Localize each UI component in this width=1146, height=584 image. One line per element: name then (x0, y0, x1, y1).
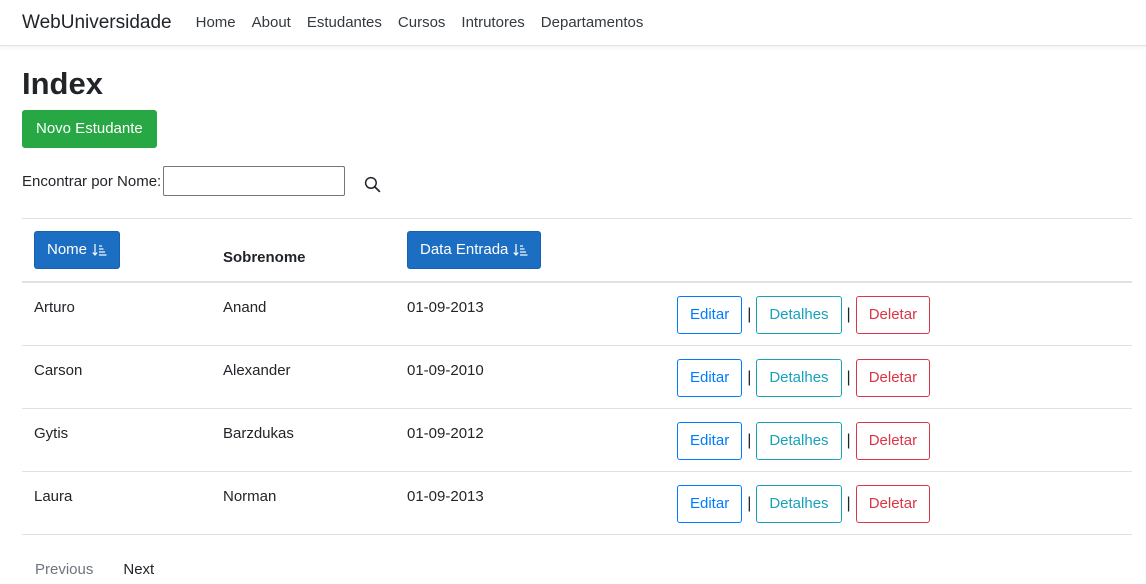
action-separator: | (747, 495, 752, 512)
cell-data-entrada: 01-09-2010 (407, 362, 484, 379)
nav-about[interactable]: About (252, 14, 291, 31)
search-input[interactable] (163, 166, 346, 196)
row-actions: Editar | Detalhes | Deletar (677, 359, 931, 397)
sort-by-data-button[interactable]: Data Entrada (407, 231, 542, 269)
brand-link[interactable]: WebUniversidade (22, 12, 172, 34)
table-row: Carson Alexander 01-09-2010 Editar | Det… (22, 346, 1132, 409)
details-button[interactable]: Detalhes (756, 296, 842, 334)
row-actions: Editar | Detalhes | Deletar (677, 485, 931, 523)
edit-button[interactable]: Editar (677, 422, 743, 460)
table-header: Nome Sobrenome Data Entrada (22, 219, 1132, 283)
nav-intrutores[interactable]: Intrutores (461, 14, 524, 31)
previous-page-button[interactable]: Previous (35, 561, 93, 581)
nav-cursos[interactable]: Cursos (398, 14, 446, 31)
students-table: Nome Sobrenome Data Entrada Arturo Anand… (22, 218, 1132, 535)
action-separator: | (846, 495, 851, 512)
cell-nome: Carson (34, 362, 83, 379)
table-row: Gytis Barzdukas 01-09-2012 Editar | Deta… (22, 409, 1132, 472)
edit-button[interactable]: Editar (677, 296, 743, 334)
cell-nome: Arturo (34, 299, 75, 316)
delete-button[interactable]: Deletar (855, 359, 931, 397)
cell-data-entrada: 01-09-2013 (407, 488, 484, 505)
table-row: Laura Norman 01-09-2013 Editar | Detalhe… (22, 472, 1132, 535)
sort-descending-icon (92, 243, 107, 257)
cell-sobrenome: Norman (223, 488, 277, 505)
new-student-button[interactable]: Novo Estudante (22, 110, 157, 148)
details-button[interactable]: Detalhes (756, 485, 842, 523)
action-separator: | (747, 306, 752, 323)
row-actions: Editar | Detalhes | Deletar (677, 296, 931, 334)
action-separator: | (846, 432, 851, 449)
nav-home[interactable]: Home (196, 14, 236, 31)
cell-nome: Gytis (34, 425, 69, 442)
header-sobrenome: Sobrenome (223, 249, 306, 266)
search-form: Encontrar por Nome: (22, 166, 1132, 196)
delete-button[interactable]: Deletar (855, 485, 931, 523)
delete-button[interactable]: Deletar (855, 296, 931, 334)
cell-sobrenome: Barzdukas (223, 425, 294, 442)
main-content: Index Novo Estudante Encontrar por Nome:… (0, 66, 1146, 581)
nav-estudantes[interactable]: Estudantes (307, 14, 382, 31)
nav-departamentos[interactable]: Departamentos (541, 14, 644, 31)
action-separator: | (747, 432, 752, 449)
search-label: Encontrar por Nome: (22, 172, 162, 190)
cell-nome: Laura (34, 488, 73, 505)
sort-descending-icon (513, 243, 528, 257)
search-button[interactable] (361, 173, 383, 195)
details-button[interactable]: Detalhes (756, 422, 842, 460)
action-separator: | (846, 369, 851, 386)
cell-sobrenome: Anand (223, 299, 267, 316)
edit-button[interactable]: Editar (677, 359, 743, 397)
table-row: Arturo Anand 01-09-2013 Editar | Detalhe… (22, 283, 1132, 346)
pagination: Previous Next (22, 561, 1132, 581)
navbar: WebUniversidade Home About Estudantes Cu… (0, 0, 1146, 46)
cell-data-entrada: 01-09-2012 (407, 425, 484, 442)
next-page-button[interactable]: Next (123, 561, 154, 581)
details-button[interactable]: Detalhes (756, 359, 842, 397)
delete-button[interactable]: Deletar (855, 422, 931, 460)
cell-sobrenome: Alexander (223, 362, 291, 379)
action-separator: | (747, 369, 752, 386)
header-nome: Nome (47, 241, 88, 258)
row-actions: Editar | Detalhes | Deletar (677, 422, 931, 460)
action-separator: | (846, 306, 851, 323)
edit-button[interactable]: Editar (677, 485, 743, 523)
search-icon (364, 176, 380, 192)
cell-data-entrada: 01-09-2013 (407, 299, 484, 316)
header-data-entrada: Data Entrada (420, 241, 509, 258)
sort-by-nome-button[interactable]: Nome (34, 231, 121, 269)
page-title: Index (22, 66, 103, 101)
